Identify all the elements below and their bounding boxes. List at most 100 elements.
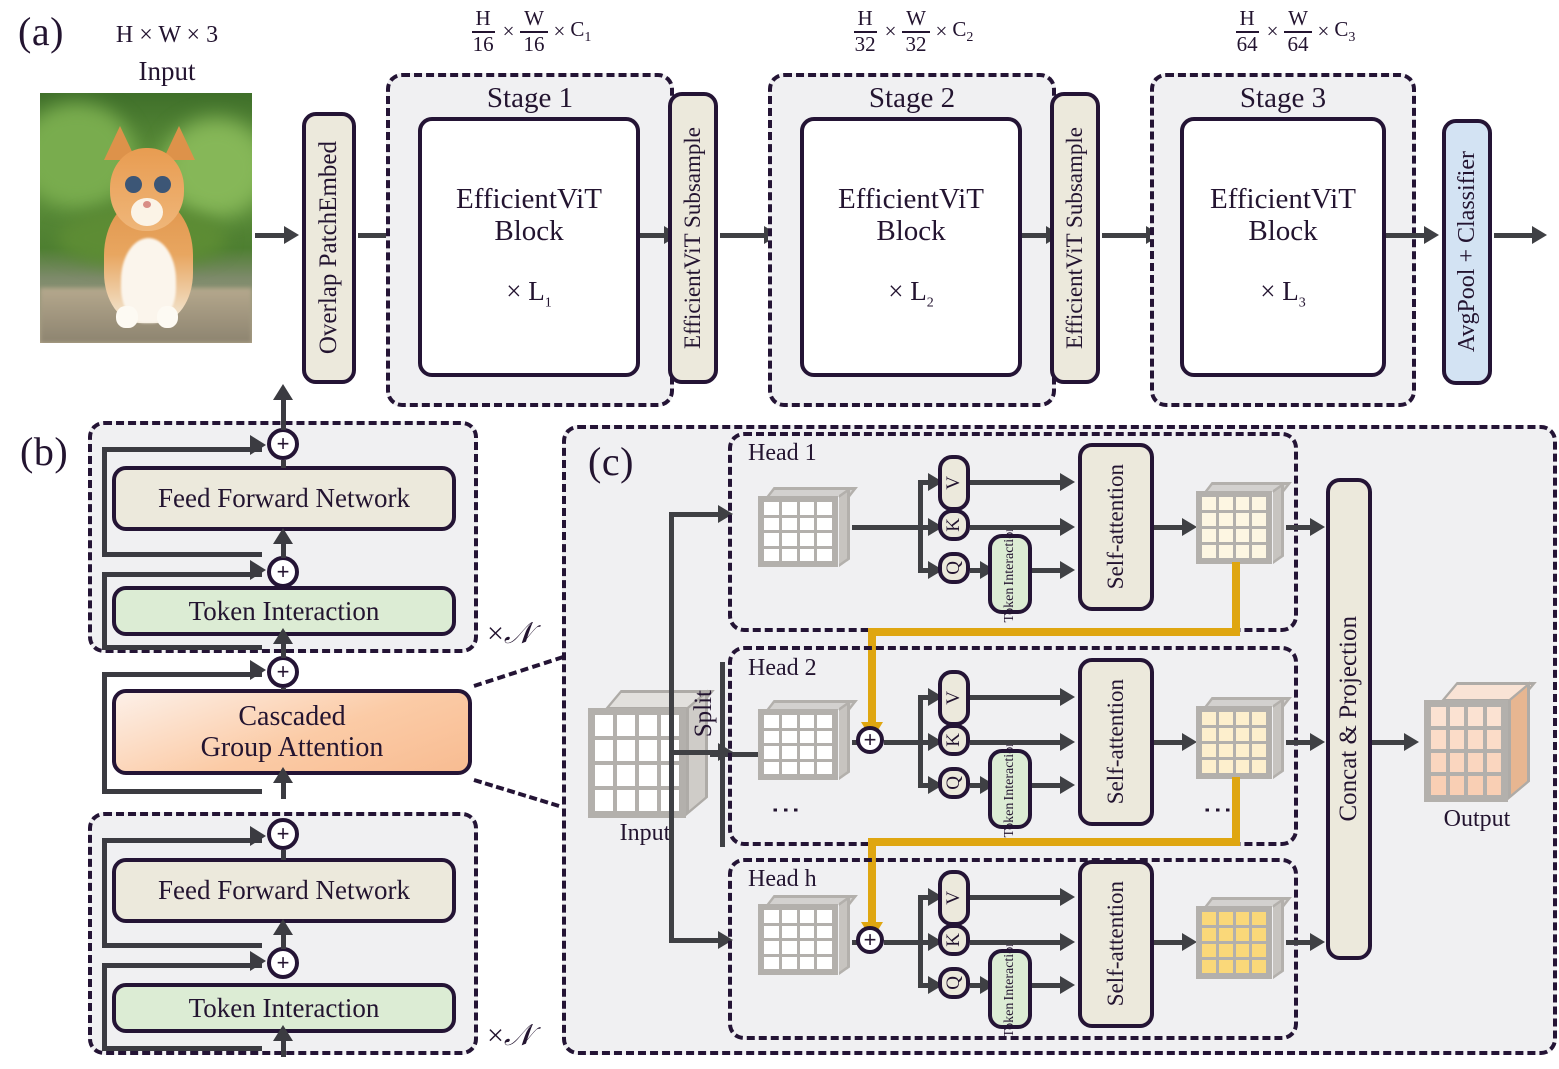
- head-2-q-box[interactable]: Q: [938, 767, 970, 799]
- stage1-channel-sub: 1: [584, 30, 592, 46]
- head-2-v-box[interactable]: V: [938, 670, 970, 726]
- concat-projection-block[interactable]: Concat & Projection: [1326, 478, 1372, 960]
- stage-3-title: Stage 3: [1239, 82, 1327, 114]
- stage1-num-w: W: [520, 7, 548, 33]
- stage2-den-w: 32: [905, 31, 927, 56]
- times-1: ×: [1266, 19, 1279, 44]
- head-1-token-interaction[interactable]: Token Interaction: [988, 525, 1032, 623]
- arrowhead: [1424, 226, 1439, 244]
- head-h-v-box[interactable]: V: [938, 870, 970, 926]
- head-2-k-to-attn: [970, 740, 1066, 745]
- stage3-den-h: 64: [1236, 31, 1258, 56]
- head-1-self-attention[interactable]: Self-attention: [1078, 443, 1154, 611]
- repeat-times-bottom: ×: [487, 1019, 504, 1052]
- arrowhead: [1310, 733, 1325, 751]
- stage-3-block[interactable]: EfficientViT Block × L3: [1180, 117, 1386, 377]
- stage-1-block[interactable]: EfficientViT Block × L1: [418, 117, 640, 377]
- head-h-k-label: K: [943, 933, 965, 947]
- panel-c-output-label: Output: [1443, 806, 1511, 832]
- ffn-bottom-label: Feed Forward Network: [158, 875, 410, 906]
- feed-forward-network-top[interactable]: Feed Forward Network: [112, 466, 456, 531]
- head-h-self-attention[interactable]: Self-attention: [1078, 860, 1154, 1028]
- head-2-ti-line1: Token: [1002, 802, 1018, 838]
- arrowhead: [250, 435, 266, 455]
- stage3-num-w: W: [1284, 7, 1312, 33]
- residual-line: [102, 1046, 262, 1051]
- stage-2-block-line2: Block: [876, 215, 946, 248]
- plus-node-b5: +: [267, 947, 299, 979]
- head-1-k-box[interactable]: K: [938, 509, 970, 541]
- arrowhead: [1060, 888, 1075, 906]
- stage2-channel-sub: 2: [966, 30, 974, 46]
- stage-2-block[interactable]: EfficientViT Block × L2: [800, 117, 1022, 377]
- head-1-self-attention-label: Self-attention: [1103, 464, 1129, 590]
- stage1-den-w: 16: [523, 31, 545, 56]
- stage-1-repeat: × L: [506, 275, 545, 306]
- stage-2-repeat: × L: [888, 275, 927, 306]
- head-2-plus-out: [884, 740, 918, 745]
- arrowhead: [1182, 733, 1197, 751]
- head-2-plus-node: +: [856, 726, 884, 754]
- head-1-v-box[interactable]: V: [938, 455, 970, 511]
- arrowhead: [250, 951, 266, 971]
- head-2-token-interaction[interactable]: Token Interaction: [988, 740, 1032, 838]
- branch-head-1: [669, 512, 723, 517]
- head-2-title: Head 2: [748, 655, 817, 681]
- arrowhead: [250, 660, 266, 680]
- feed-forward-network-bottom[interactable]: Feed Forward Network: [112, 858, 456, 923]
- repeat-n-top: ×𝒩: [487, 616, 533, 651]
- stage1-num-h: H: [471, 7, 495, 33]
- head-1-q-label: Q: [943, 561, 965, 575]
- head-2-v-label: V: [943, 691, 965, 705]
- arrowhead: [273, 384, 293, 400]
- stage-2-repeat-sub: 2: [926, 295, 934, 311]
- stage3-den-w: 64: [1287, 31, 1309, 56]
- stage-1-block-line2: Block: [494, 215, 564, 248]
- times-2: ×: [1317, 19, 1330, 44]
- avgpool-classifier-block[interactable]: AvgPool + Classifier: [1442, 119, 1492, 385]
- head-h-v-to-attn: [970, 895, 1066, 900]
- stage3-num-h: H: [1235, 7, 1259, 33]
- cascaded-group-attention-block[interactable]: Cascaded Group Attention: [112, 689, 472, 775]
- arrow-subsample1-to-stage2: [720, 233, 768, 238]
- efficientvit-subsample-1[interactable]: EfficientViT Subsample: [668, 92, 718, 384]
- arrow-subsample2-to-stage3: [1102, 233, 1150, 238]
- arrowhead: [273, 628, 293, 644]
- arrowhead: [1060, 518, 1075, 536]
- stage-1-repeat-sub: 1: [544, 295, 552, 311]
- cascade-line-1: [868, 628, 1240, 636]
- residual-line: [102, 789, 262, 794]
- arrowhead: [250, 826, 266, 846]
- head-h-k-box[interactable]: K: [938, 924, 970, 956]
- times-1: ×: [884, 19, 897, 44]
- head-2-output-grid: [1196, 697, 1292, 779]
- arrowhead: [1060, 976, 1075, 994]
- overlap-patchembed-block[interactable]: Overlap PatchEmbed: [302, 112, 356, 384]
- head-h-input-grid: [758, 895, 858, 975]
- head-1-fanout-line: [852, 525, 920, 530]
- arrowhead: [1060, 561, 1075, 579]
- head-2-self-attention[interactable]: Self-attention: [1078, 658, 1154, 826]
- head-h-token-interaction[interactable]: Token Interaction: [988, 940, 1032, 1038]
- head-h-title: Head h: [748, 866, 817, 892]
- overlap-patchembed-label: Overlap PatchEmbed: [315, 141, 342, 355]
- head-2-k-box[interactable]: K: [938, 724, 970, 756]
- efficientvit-subsample-2[interactable]: EfficientViT Subsample: [1050, 92, 1100, 384]
- head-1-k-label: K: [943, 518, 965, 532]
- residual-line: [102, 552, 262, 557]
- arrowhead: [284, 226, 299, 244]
- stage3-dim-formula: H 64 × W 64 × C3: [1204, 7, 1384, 56]
- ffn-top-label: Feed Forward Network: [158, 483, 410, 514]
- split-trunk-vertical: [669, 512, 674, 942]
- head-1-title: Head 1: [748, 440, 817, 466]
- residual-line: [102, 672, 107, 794]
- head-2-input-grid: [758, 700, 858, 780]
- stage2-num-h: H: [853, 7, 877, 33]
- head-1-q-box[interactable]: Q: [938, 552, 970, 584]
- residual-line: [102, 645, 262, 650]
- panel-c-output-cube: [1424, 681, 1537, 802]
- cga-line1: Cascaded: [238, 700, 346, 732]
- stage2-channels: C: [952, 17, 967, 42]
- head-h-q-box[interactable]: Q: [938, 967, 970, 999]
- head-h-output-grid: [1196, 897, 1292, 979]
